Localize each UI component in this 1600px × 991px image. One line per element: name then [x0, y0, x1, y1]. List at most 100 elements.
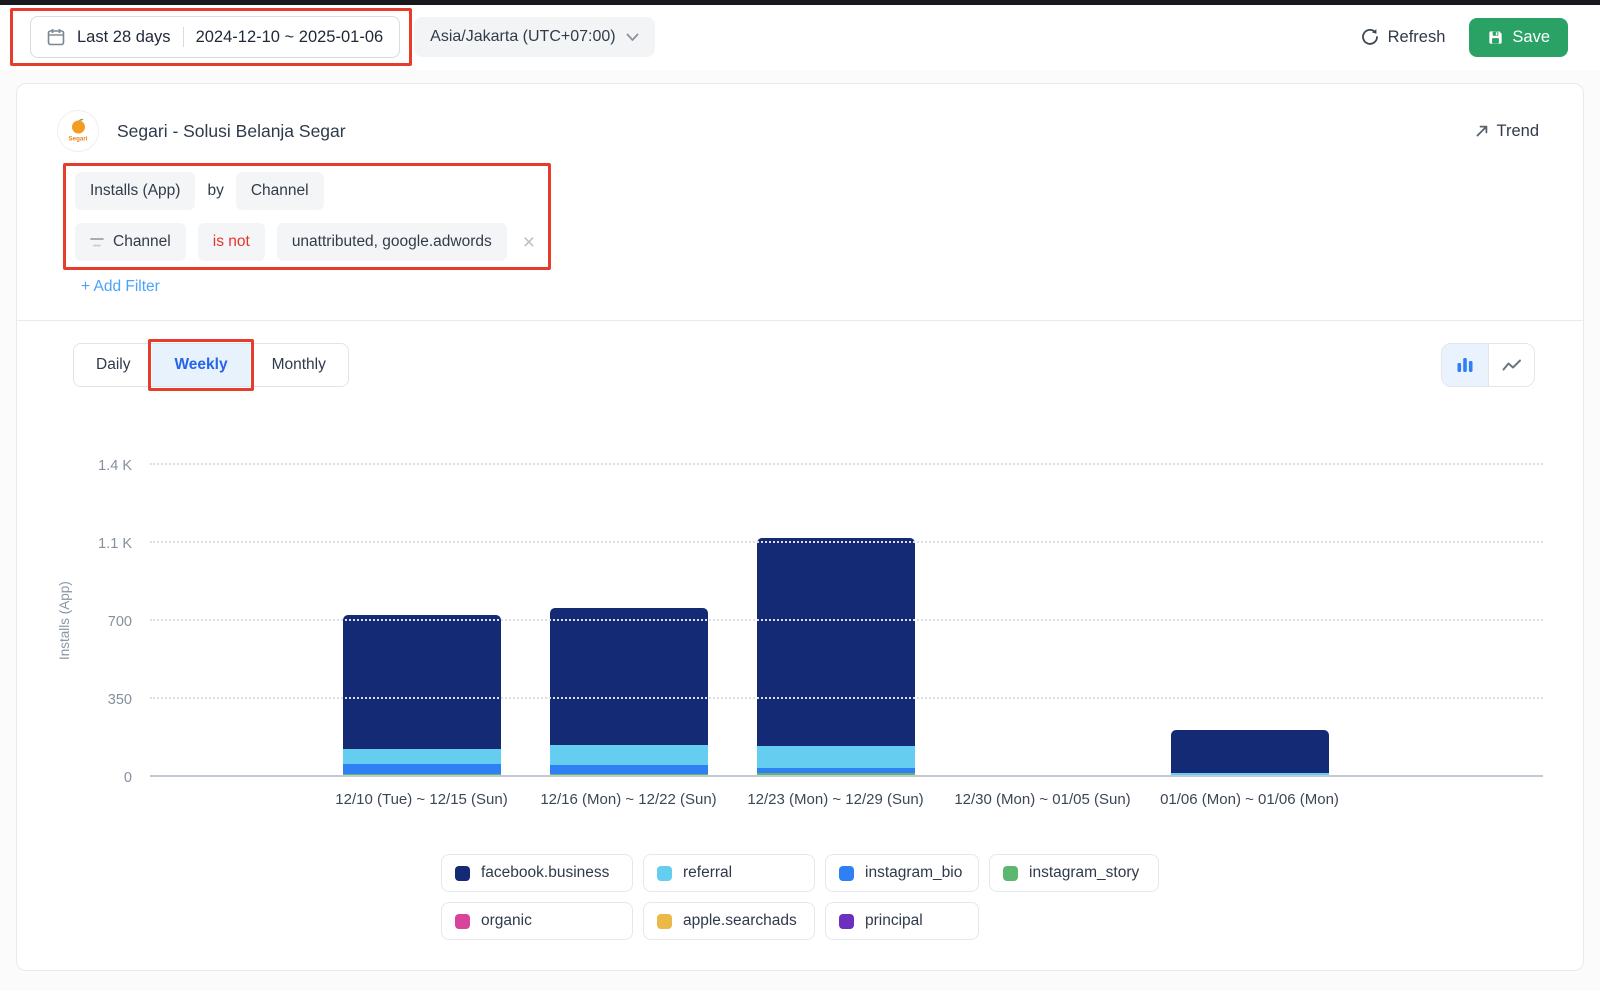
plot-area: 03507001.1 K1.4 K	[150, 465, 1543, 777]
x-axis-baseline	[150, 775, 1543, 777]
x-axis-label: 01/06 (Mon) ~ 01/06 (Mon)	[1146, 791, 1353, 808]
chart-type-toggle	[1441, 343, 1535, 387]
filter-icon	[90, 237, 104, 248]
save-button[interactable]: Save	[1469, 18, 1568, 57]
chart-toolbar: Daily Weekly Monthly	[17, 321, 1583, 387]
date-range-value: 2024-12-10 ~ 2025-01-06	[196, 28, 384, 47]
bar-segment-referral[interactable]	[550, 745, 708, 765]
card-header: Segari Segari - Solusi Belanja Segar Tre…	[17, 84, 1583, 158]
y-tick-label: 0	[58, 770, 132, 786]
legend-item-referral[interactable]: referral	[643, 854, 815, 892]
app-logo: Segari	[57, 110, 99, 152]
bar-segment-referral[interactable]	[343, 749, 501, 764]
bar-chart-toggle[interactable]	[1442, 344, 1488, 386]
tab-monthly[interactable]: Monthly	[250, 344, 348, 386]
legend-label: apple.searchads	[683, 912, 797, 930]
save-label: Save	[1512, 28, 1550, 47]
legend-swatch	[455, 866, 470, 881]
chart: Installs (App) 03507001.1 K1.4 K 12/10 (…	[57, 417, 1543, 808]
legend-swatch	[657, 866, 672, 881]
y-tick-label: 1.1 K	[58, 536, 132, 552]
arrow-up-right-icon	[1475, 124, 1489, 138]
legend-item-facebook.business[interactable]: facebook.business	[441, 854, 633, 892]
bar-column	[1146, 465, 1353, 777]
filter-values-label: unattributed, google.adwords	[292, 233, 492, 251]
legend: facebook.business referral instagram_bio in…	[441, 854, 1159, 940]
bar-chart-icon	[1456, 357, 1474, 373]
divider	[183, 27, 184, 47]
dimension-label: Channel	[251, 182, 309, 200]
y-tick-label: 700	[58, 614, 132, 630]
query-controls: Installs (App) by Channel Channel is not	[75, 172, 539, 261]
y-tick-label: 350	[58, 692, 132, 708]
date-range-control[interactable]: Last 28 days 2024-12-10 ~ 2025-01-06	[30, 16, 400, 58]
x-axis-label: 12/10 (Tue) ~ 12/15 (Sun)	[318, 791, 525, 808]
filter-values-chip[interactable]: unattributed, google.adwords	[277, 223, 507, 261]
remove-filter-icon[interactable]: ×	[519, 232, 539, 253]
add-filter-link[interactable]: + Add Filter	[81, 278, 160, 296]
legend-swatch	[839, 866, 854, 881]
legend-label: facebook.business	[481, 864, 609, 882]
bar-column	[525, 465, 732, 777]
metric-row: Installs (App) by Channel	[75, 172, 539, 210]
refresh-icon	[1361, 28, 1379, 46]
stacked-bar[interactable]	[550, 465, 708, 777]
filter-operator-label: is not	[213, 233, 250, 251]
plot-outer: 03507001.1 K1.4 K 12/10 (Tue) ~ 12/15 (S…	[72, 417, 1543, 808]
refresh-label: Refresh	[1388, 28, 1446, 47]
legend-swatch	[455, 914, 470, 929]
chevron-down-icon	[626, 33, 639, 42]
legend-item-apple.searchads[interactable]: apple.searchads	[643, 902, 815, 940]
page-body: Segari Segari - Solusi Belanja Segar Tre…	[0, 70, 1600, 991]
line-chart-toggle[interactable]	[1488, 344, 1534, 386]
legend-item-instagram_story[interactable]: instagram_story	[989, 854, 1159, 892]
stacked-bar[interactable]	[343, 465, 501, 777]
bar-segment-facebook.business[interactable]	[550, 608, 708, 744]
metric-label: Installs (App)	[90, 182, 180, 200]
bar-column	[318, 465, 525, 777]
x-axis-label: 12/16 (Mon) ~ 12/22 (Sun)	[525, 791, 732, 808]
bar-segment-referral[interactable]	[757, 746, 915, 768]
bar-segment-facebook.business[interactable]	[757, 538, 915, 745]
granularity-tabs: Daily Weekly Monthly	[73, 343, 349, 387]
calendar-icon	[47, 28, 65, 46]
filter-operator-chip[interactable]: is not	[198, 223, 265, 261]
refresh-button[interactable]: Refresh	[1351, 20, 1456, 55]
by-label: by	[207, 182, 223, 200]
filter-field-chip[interactable]: Channel	[75, 223, 186, 261]
bar-segment-instagram_bio[interactable]	[343, 764, 501, 774]
bar-segment-facebook.business[interactable]	[1171, 730, 1329, 772]
y-tick-label: 1.4 K	[58, 458, 132, 474]
stacked-bar[interactable]	[1171, 465, 1329, 777]
filter-row: Channel is not unattributed, google.adwo…	[75, 223, 539, 261]
stacked-bar[interactable]	[757, 465, 915, 777]
legend-item-instagram_bio[interactable]: instagram_bio	[825, 854, 979, 892]
bar-column	[732, 465, 939, 777]
x-axis-label: 12/23 (Mon) ~ 12/29 (Sun)	[732, 791, 939, 808]
legend-label: instagram_bio	[865, 864, 962, 882]
legend-swatch	[657, 914, 672, 929]
gridline	[150, 619, 1543, 621]
bar-segment-facebook.business[interactable]	[343, 615, 501, 749]
timezone-select[interactable]: Asia/Jakarta (UTC+07:00)	[414, 17, 654, 57]
trend-link[interactable]: Trend	[1475, 122, 1544, 141]
legend-item-organic[interactable]: organic	[441, 902, 633, 940]
bar-column	[939, 465, 1146, 777]
legend-item-principal[interactable]: principal	[825, 902, 979, 940]
report-card: Segari Segari - Solusi Belanja Segar Tre…	[16, 83, 1584, 971]
bar-segment-instagram_bio[interactable]	[550, 765, 708, 774]
gridline	[150, 541, 1543, 543]
metric-chip[interactable]: Installs (App)	[75, 172, 195, 210]
stacked-bar[interactable]	[964, 465, 1122, 777]
line-chart-icon	[1502, 358, 1522, 372]
gridline	[150, 463, 1543, 465]
save-icon	[1487, 29, 1504, 46]
bars-row	[150, 465, 1543, 777]
legend-label: referral	[683, 864, 732, 882]
topbar: Last 28 days 2024-12-10 ~ 2025-01-06 Asi…	[0, 5, 1600, 70]
tab-daily[interactable]: Daily	[74, 344, 152, 386]
tab-weekly[interactable]: Weekly	[152, 344, 249, 386]
x-axis-label: 12/30 (Mon) ~ 01/05 (Sun)	[939, 791, 1146, 808]
dimension-chip[interactable]: Channel	[236, 172, 324, 210]
filter-field-label: Channel	[113, 233, 171, 251]
